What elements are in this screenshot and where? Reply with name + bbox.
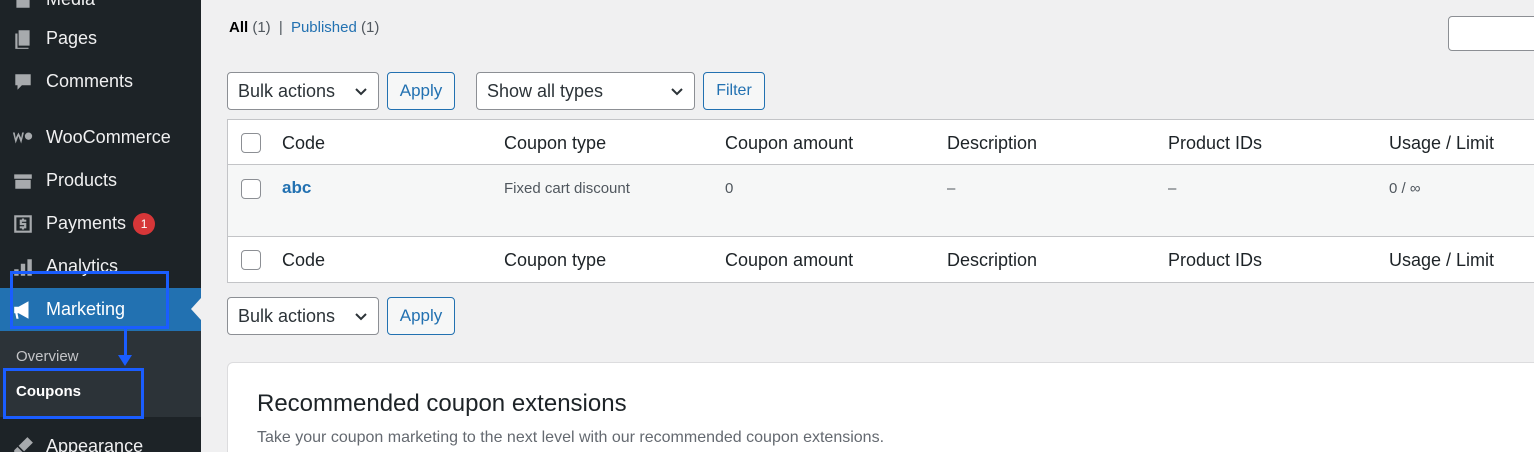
- recommended-subtitle: Take your coupon marketing to the next l…: [257, 429, 885, 446]
- column-header-type: Coupon type: [504, 133, 607, 153]
- select-all-checkbox[interactable]: [241, 133, 261, 153]
- bulk-actions-label: Bulk actions: [238, 305, 336, 326]
- highlight-arrow-icon: [118, 355, 132, 366]
- column-footer-code[interactable]: Code: [282, 250, 325, 271]
- filter-published-count: (1): [361, 19, 380, 36]
- sidebar-item-woocommerce[interactable]: WooCommerce: [0, 116, 201, 159]
- sidebar-item-label: Appearance: [46, 436, 144, 452]
- sidebar-item-payments[interactable]: Payments 1: [0, 202, 201, 245]
- submenu-item-overview[interactable]: Overview: [16, 348, 79, 365]
- woocommerce-icon: [11, 127, 35, 149]
- column-footer-amount: Coupon amount: [725, 250, 854, 270]
- filter-all-count: (1): [252, 19, 271, 36]
- coupons-table: Code Coupon type Coupon amount Descripti…: [227, 119, 1534, 283]
- table-header: Code Coupon type Coupon amount Descripti…: [228, 120, 1534, 165]
- column-header-amount: Coupon amount: [725, 133, 854, 153]
- highlight-arrow-line: [124, 329, 127, 357]
- products-icon: [11, 170, 35, 192]
- recommended-title: Recommended coupon extensions: [257, 390, 627, 417]
- sidebar-item-label: Payments: [46, 213, 127, 233]
- current-menu-pointer: [191, 298, 201, 320]
- product-ids-cell: –: [1168, 180, 1177, 197]
- bulk-actions-label: Bulk actions: [238, 80, 336, 101]
- coupon-type-select[interactable]: Show all types: [476, 72, 695, 110]
- highlight-box-coupons: [3, 368, 144, 419]
- sidebar-item-products[interactable]: Products: [0, 159, 201, 202]
- usage-limit-cell: 0 / ∞: [1389, 180, 1421, 197]
- select-all-checkbox-footer[interactable]: [241, 250, 261, 270]
- sidebar-item-label: Products: [46, 170, 118, 190]
- description-cell: –: [947, 180, 956, 197]
- column-header-product-ids: Product IDs: [1168, 133, 1263, 153]
- column-footer-product-ids: Product IDs: [1168, 250, 1263, 270]
- coupon-code-link[interactable]: abc: [282, 178, 311, 198]
- sidebar-item-label: Comments: [46, 71, 134, 91]
- apply-button-bottom[interactable]: Apply: [387, 297, 455, 335]
- filter-all[interactable]: All: [229, 19, 248, 36]
- filter-button[interactable]: Filter: [703, 72, 765, 110]
- apply-button-top[interactable]: Apply: [387, 72, 455, 110]
- sidebar-item-appearance[interactable]: Appearance: [0, 425, 201, 452]
- column-footer-usage: Usage / Limit: [1389, 250, 1495, 270]
- sidebar-item-label: Media: [46, 0, 95, 10]
- bulk-actions-select-bottom[interactable]: Bulk actions: [227, 297, 379, 335]
- payments-icon: [11, 213, 35, 235]
- chevron-down-icon: [671, 88, 683, 96]
- media-icon: [11, 0, 35, 11]
- notification-badge: 1: [133, 212, 156, 235]
- coupon-amount-cell: 0: [725, 180, 734, 197]
- sidebar-item-label: WooCommerce: [46, 127, 171, 147]
- recommended-extensions-card: Recommended coupon extensions Take your …: [227, 362, 1534, 452]
- column-header-description: Description: [947, 133, 1038, 153]
- sidebar-item-pages[interactable]: Pages: [0, 17, 201, 60]
- search-input[interactable]: [1448, 16, 1534, 51]
- comments-icon: [11, 71, 35, 93]
- chevron-down-icon: [355, 313, 367, 321]
- coupon-type-cell: Fixed cart discount: [504, 180, 630, 197]
- chevron-down-icon: [355, 88, 367, 96]
- coupon-type-label: Show all types: [487, 80, 604, 101]
- pages-icon: [11, 28, 35, 50]
- column-footer-type: Coupon type: [504, 250, 607, 270]
- row-checkbox[interactable]: [241, 179, 261, 199]
- bulk-actions-select-top[interactable]: Bulk actions: [227, 72, 379, 110]
- filter-separator: |: [278, 19, 283, 36]
- highlight-box-marketing: [10, 271, 169, 329]
- column-footer-description: Description: [947, 250, 1038, 270]
- filter-published[interactable]: Published: [291, 19, 357, 36]
- table-row: abc Fixed cart discount 0 – – 0 / ∞: [228, 165, 1534, 237]
- table-footer: Code Coupon type Coupon amount Descripti…: [228, 237, 1534, 283]
- column-header-code[interactable]: Code: [282, 133, 325, 154]
- appearance-icon: [11, 436, 35, 452]
- sidebar-item-label: Pages: [46, 28, 98, 48]
- column-header-usage: Usage / Limit: [1389, 133, 1495, 153]
- sidebar-item-comments[interactable]: Comments: [0, 60, 201, 103]
- status-filters: All (1) | Published (1): [229, 19, 379, 36]
